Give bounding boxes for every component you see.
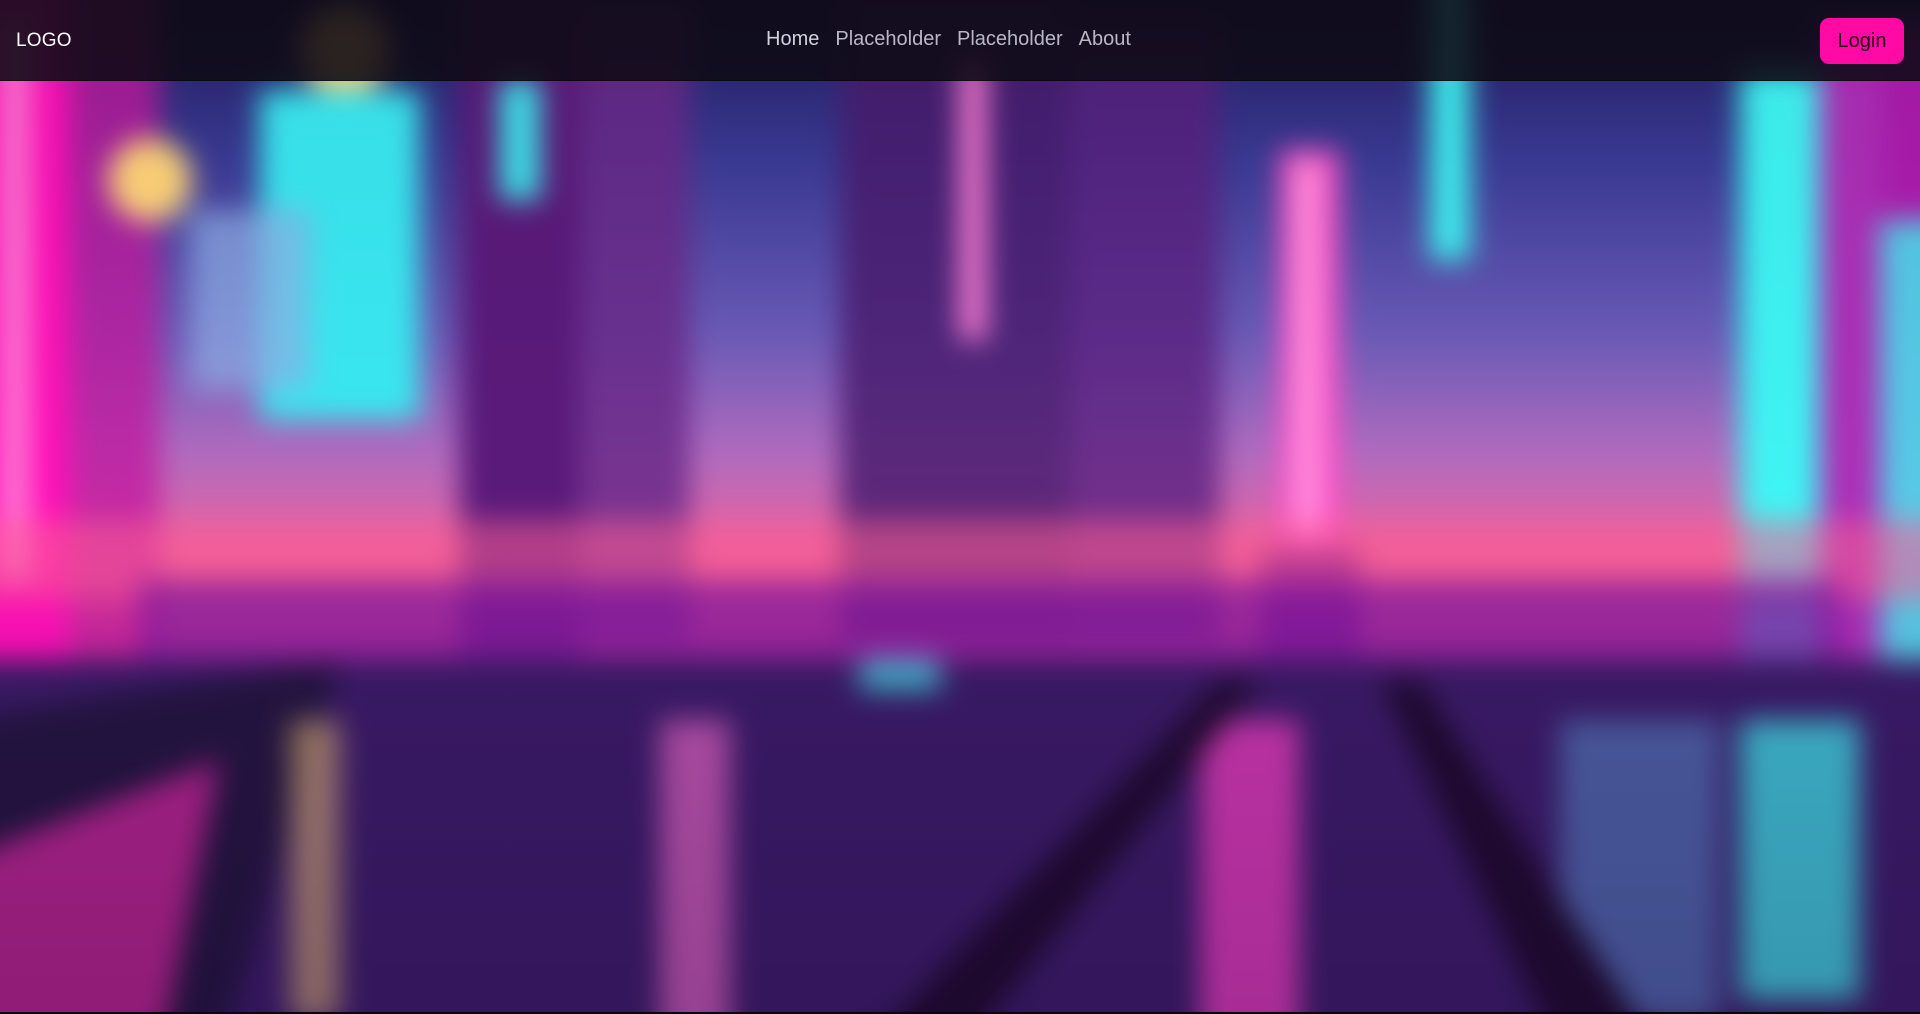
top-navbar: LOGO Home Placeholder Placeholder About … — [0, 0, 1920, 81]
nav-link-home[interactable]: Home — [766, 28, 819, 51]
nav-links: Home Placeholder Placeholder About — [766, 28, 1131, 51]
background-shade — [0, 0, 1920, 1014]
nav-link-about[interactable]: About — [1079, 28, 1131, 51]
nav-link-placeholder-1[interactable]: Placeholder — [835, 28, 941, 51]
nav-link-placeholder-2[interactable]: Placeholder — [957, 28, 1063, 51]
page: LOGO Home Placeholder Placeholder About … — [0, 0, 1920, 1014]
login-button[interactable]: Login — [1820, 18, 1904, 64]
logo[interactable]: LOGO — [16, 30, 72, 52]
